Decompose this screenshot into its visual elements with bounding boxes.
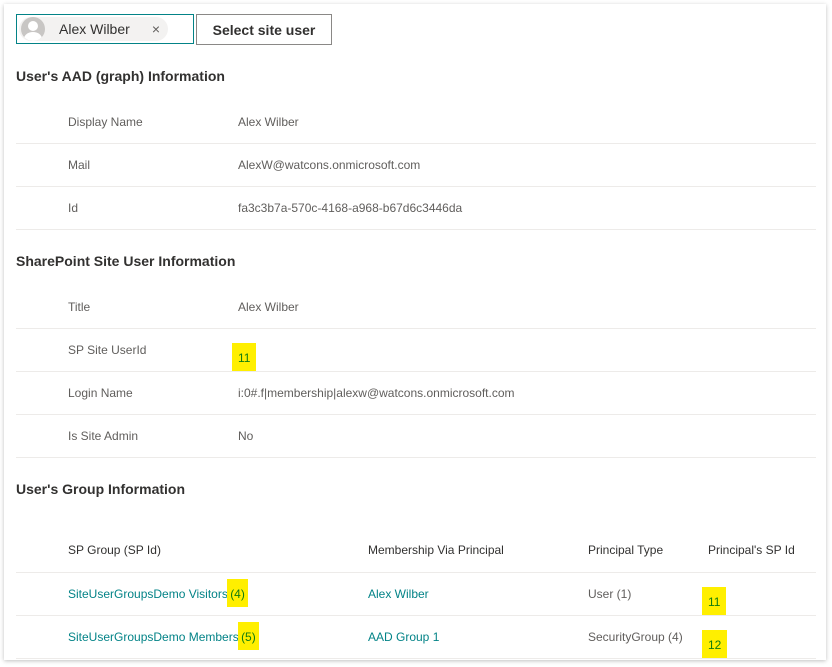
groups-section-title: User's Group Information (16, 481, 186, 497)
remove-user-icon[interactable]: × (152, 21, 160, 37)
principal-type: SecurityGroup (4) (588, 630, 683, 644)
row-value: No (238, 429, 254, 443)
row-value: i:0#.f|membership|alexw@watcons.onmicros… (238, 386, 515, 400)
principal-type: User (1) (588, 587, 632, 601)
group-link[interactable]: SiteUserGroupsDemo Members (68, 630, 239, 644)
selected-user-persona[interactable]: Alex Wilber × (19, 17, 168, 41)
row-label: Display Name (68, 115, 143, 129)
column-header: Principal's SP Id (708, 543, 795, 557)
principal-link[interactable]: AAD Group 1 (368, 630, 439, 644)
group-id: (4) (227, 579, 248, 607)
people-picker[interactable]: Alex Wilber × (16, 14, 194, 44)
row-value: Alex Wilber (238, 115, 299, 129)
row-value: AlexW@watcons.onmicrosoft.com (238, 158, 421, 172)
row-label: Title (68, 300, 91, 314)
row-label: Is Site Admin (68, 429, 139, 443)
aad-section-title: User's AAD (graph) Information (16, 68, 225, 84)
row-value: Alex Wilber (238, 300, 299, 314)
sp-row: Is Site Admin No (16, 415, 816, 458)
group-id: (5) (238, 622, 259, 650)
principal-id: 12 (702, 630, 728, 658)
row-label: Mail (68, 158, 91, 172)
column-header: Membership Via Principal (368, 543, 504, 557)
aad-row: Display Name Alex Wilber (16, 101, 816, 144)
sp-row: Title Alex Wilber (16, 286, 816, 329)
aad-row: Id fa3c3b7a-570c-4168-a968-b67d6c3446da (16, 187, 816, 230)
sp-row: SP Site UserId 11 (16, 329, 816, 372)
table-row: SiteUserGroupsDemo Members (5) AAD Group… (16, 616, 816, 659)
selected-user-name: Alex Wilber (59, 21, 130, 37)
user-info-card: Alex Wilber × Select site user User's AA… (4, 4, 826, 660)
aad-row: Mail AlexW@watcons.onmicrosoft.com (16, 144, 816, 187)
sp-row: Login Name i:0#.f|membership|alexw@watcon… (16, 372, 816, 415)
column-header: Principal Type (588, 543, 664, 557)
select-site-user-button[interactable]: Select site user (196, 14, 332, 45)
table-row: SiteUserGroupsDemo Visitors (4) Alex Wil… (16, 573, 816, 616)
row-label: Login Name (68, 386, 133, 400)
principal-id: 11 (702, 587, 727, 615)
groups-header-row: SP Group (SP Id) Membership Via Principa… (16, 530, 816, 573)
row-value: 11 (232, 343, 257, 371)
row-label: SP Site UserId (68, 343, 147, 357)
group-link[interactable]: SiteUserGroupsDemo Visitors (68, 587, 228, 601)
avatar (21, 17, 45, 41)
column-header: SP Group (SP Id) (68, 543, 161, 557)
principal-link[interactable]: Alex Wilber (368, 587, 429, 601)
sp-section-title: SharePoint Site User Information (16, 253, 236, 269)
row-value: fa3c3b7a-570c-4168-a968-b67d6c3446da (238, 201, 463, 215)
row-label: Id (68, 201, 79, 215)
